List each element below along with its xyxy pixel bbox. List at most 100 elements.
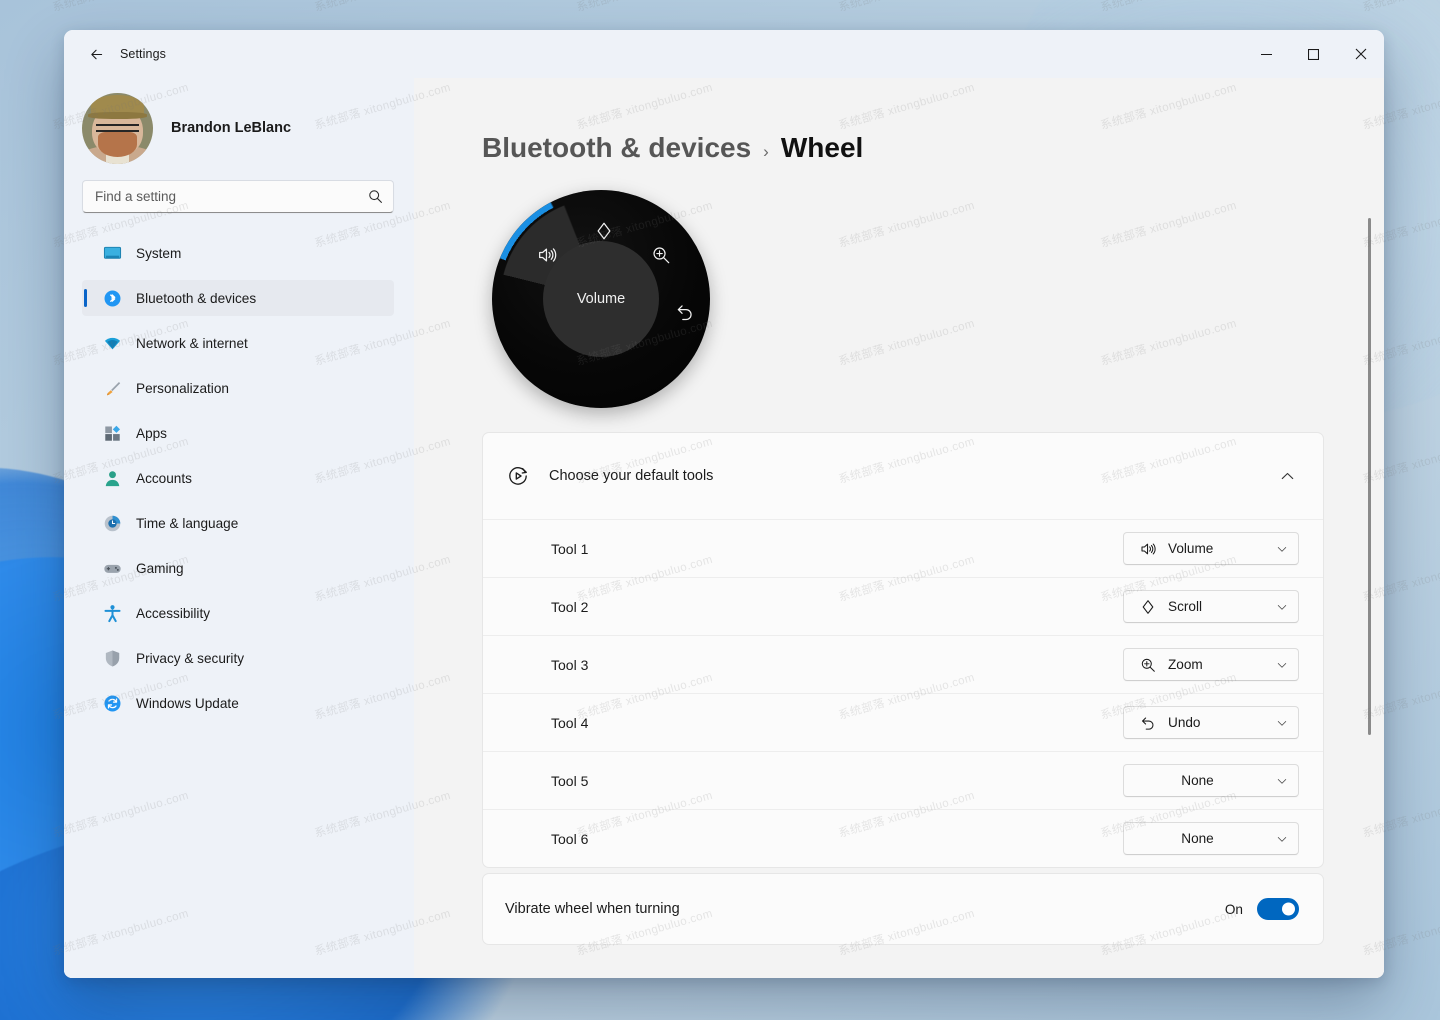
tool-1-dropdown[interactable]: Volume bbox=[1123, 532, 1299, 565]
minimize-button[interactable] bbox=[1243, 30, 1290, 78]
surface-dial-graphic: Volume bbox=[492, 190, 710, 408]
sidebar-item-personalization[interactable]: Personalization bbox=[82, 370, 394, 406]
chevron-down-icon bbox=[1274, 833, 1290, 845]
wifi-icon bbox=[102, 333, 122, 353]
sidebar-item-label: Bluetooth & devices bbox=[136, 291, 256, 306]
wheel-center-label: Volume bbox=[577, 291, 625, 307]
title-bar: Settings bbox=[64, 30, 1384, 78]
search-input[interactable] bbox=[95, 189, 368, 204]
default-tools-header[interactable]: Choose your default tools bbox=[483, 433, 1323, 519]
breadcrumb-parent[interactable]: Bluetooth & devices bbox=[482, 132, 751, 164]
minimize-icon bbox=[1261, 49, 1272, 60]
undo-icon bbox=[1138, 713, 1157, 732]
undo-icon bbox=[672, 299, 698, 325]
profile-name: Brandon LeBlanc bbox=[171, 120, 291, 136]
breadcrumb: Bluetooth & devices › Wheel bbox=[482, 132, 1324, 164]
tool-row: Tool 2 Scroll bbox=[483, 577, 1323, 635]
sidebar-item-label: Apps bbox=[136, 426, 167, 441]
sidebar-item-label: Accessibility bbox=[136, 606, 210, 621]
default-tools-title: Choose your default tools bbox=[549, 468, 1255, 484]
wheel-center-hub: Volume bbox=[543, 241, 659, 357]
vibrate-row: Vibrate wheel when turning On bbox=[483, 874, 1323, 944]
tool-3-dropdown[interactable]: Zoom bbox=[1123, 648, 1299, 681]
sidebar-item-label: Privacy & security bbox=[136, 651, 244, 666]
wheel-dial-icon bbox=[505, 463, 531, 489]
tool-value: Scroll bbox=[1168, 599, 1263, 614]
shield-icon bbox=[102, 648, 122, 668]
content-pane: Bluetooth & devices › Wheel bbox=[414, 78, 1384, 978]
chevron-down-icon bbox=[1274, 601, 1290, 613]
zoom-icon bbox=[1138, 655, 1157, 674]
chevron-up-icon[interactable] bbox=[1273, 462, 1301, 490]
content-scrollbar[interactable] bbox=[1368, 218, 1371, 735]
sidebar-item-label: Network & internet bbox=[136, 336, 248, 351]
close-button[interactable] bbox=[1337, 30, 1384, 78]
sidebar-item-label: Windows Update bbox=[136, 696, 239, 711]
user-profile[interactable]: Brandon LeBlanc bbox=[64, 78, 414, 164]
tool-value: None bbox=[1138, 831, 1263, 846]
sidebar-item-network-internet[interactable]: Network & internet bbox=[82, 325, 394, 361]
settings-window: Settings bbox=[64, 30, 1384, 978]
sidebar-item-accounts[interactable]: Accounts bbox=[82, 460, 394, 496]
sidebar-item-apps[interactable]: Apps bbox=[82, 415, 394, 451]
avatar bbox=[82, 93, 153, 164]
sidebar-item-label: System bbox=[136, 246, 181, 261]
vibrate-toggle[interactable] bbox=[1257, 898, 1299, 920]
tool-row: Tool 1 Volume bbox=[483, 519, 1323, 577]
zoom-icon bbox=[648, 242, 674, 268]
tool-value: Zoom bbox=[1168, 657, 1263, 672]
tool-row: Tool 3 Zoom bbox=[483, 635, 1323, 693]
breadcrumb-separator: › bbox=[763, 142, 769, 162]
tool-label: Tool 3 bbox=[551, 657, 1123, 673]
sidebar-item-label: Time & language bbox=[136, 516, 238, 531]
update-icon bbox=[102, 693, 122, 713]
toggle-knob bbox=[1282, 903, 1295, 916]
tool-label: Tool 4 bbox=[551, 715, 1123, 731]
page-title: Wheel bbox=[781, 132, 863, 164]
search-icon bbox=[368, 189, 383, 204]
tool-label: Tool 2 bbox=[551, 599, 1123, 615]
vibrate-label: Vibrate wheel when turning bbox=[505, 901, 1225, 917]
window-title: Settings bbox=[120, 47, 166, 61]
sidebar-item-bluetooth-devices[interactable]: Bluetooth & devices bbox=[82, 280, 394, 316]
tool-4-dropdown[interactable]: Undo bbox=[1123, 706, 1299, 739]
content-scroll-area: Bluetooth & devices › Wheel bbox=[414, 78, 1384, 978]
tool-2-dropdown[interactable]: Scroll bbox=[1123, 590, 1299, 623]
bluetooth-icon bbox=[102, 288, 122, 308]
default-tools-card: Choose your default tools Tool 1 bbox=[482, 432, 1324, 868]
close-icon bbox=[1355, 48, 1367, 60]
sidebar-nav: System Bluetooth & devices bbox=[64, 235, 414, 730]
tool-label: Tool 6 bbox=[551, 831, 1123, 847]
chevron-down-icon bbox=[1274, 543, 1290, 555]
volume-icon bbox=[1138, 539, 1157, 558]
display-icon bbox=[102, 243, 122, 263]
sidebar-item-privacy-security[interactable]: Privacy & security bbox=[82, 640, 394, 676]
back-arrow-icon bbox=[88, 46, 105, 63]
chevron-down-icon bbox=[1274, 717, 1290, 729]
chevron-down-icon bbox=[1274, 659, 1290, 671]
tool-row: Tool 4 Undo bbox=[483, 693, 1323, 751]
back-button[interactable] bbox=[78, 38, 114, 70]
tool-5-dropdown[interactable]: None bbox=[1123, 764, 1299, 797]
sidebar-item-accessibility[interactable]: Accessibility bbox=[82, 595, 394, 631]
maximize-icon bbox=[1308, 49, 1319, 60]
search-box[interactable] bbox=[82, 180, 394, 213]
window-controls bbox=[1243, 30, 1384, 78]
sidebar-item-label: Accounts bbox=[136, 471, 192, 486]
tool-value: Volume bbox=[1168, 541, 1263, 556]
gamepad-icon bbox=[102, 558, 122, 578]
clock-icon bbox=[102, 513, 122, 533]
tool-6-dropdown[interactable]: None bbox=[1123, 822, 1299, 855]
sidebar-item-gaming[interactable]: Gaming bbox=[82, 550, 394, 586]
accessibility-icon bbox=[102, 603, 122, 623]
tool-value: Undo bbox=[1168, 715, 1263, 730]
tool-row: Tool 5 None bbox=[483, 751, 1323, 809]
sidebar-item-time-language[interactable]: Time & language bbox=[82, 505, 394, 541]
chevron-down-icon bbox=[1274, 775, 1290, 787]
tool-value: None bbox=[1138, 773, 1263, 788]
apps-icon bbox=[102, 423, 122, 443]
sidebar-item-windows-update[interactable]: Windows Update bbox=[82, 685, 394, 721]
maximize-button[interactable] bbox=[1290, 30, 1337, 78]
sidebar-item-system[interactable]: System bbox=[82, 235, 394, 271]
vibrate-card: Vibrate wheel when turning On bbox=[482, 873, 1324, 945]
